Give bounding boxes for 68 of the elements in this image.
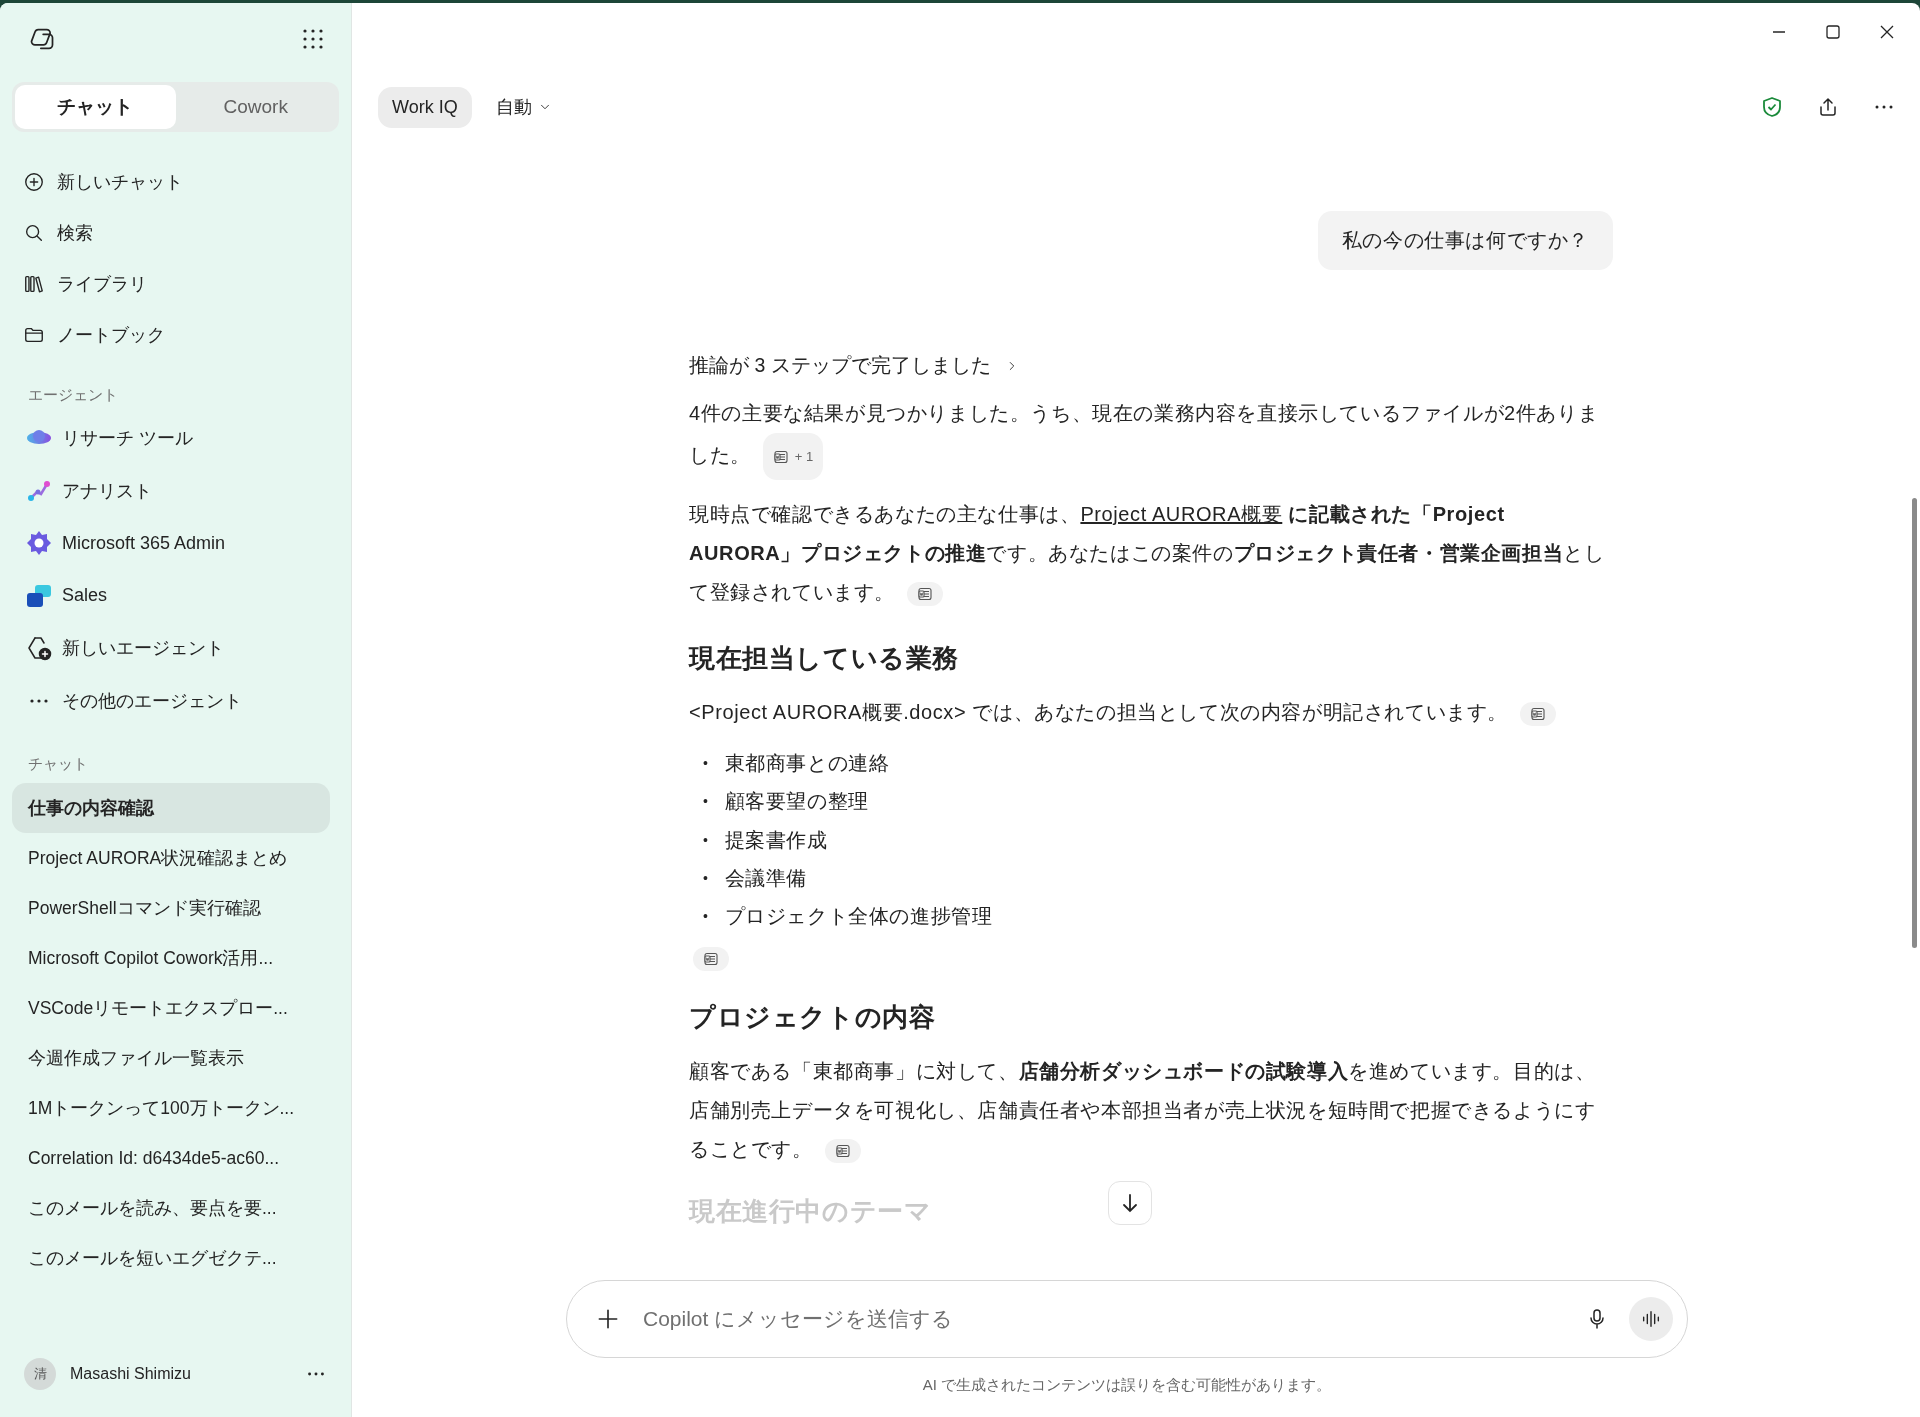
- disclaimer-text: AI で生成されたコンテンツは誤りを含む可能性があります。: [921, 1376, 1333, 1395]
- section-heading: プロジェクトの内容: [689, 1001, 936, 1035]
- mode-chip[interactable]: Work IQ: [378, 86, 472, 128]
- list-item: プロジェクト全体の進捗管理: [724, 904, 993, 930]
- plus-circle-icon: [23, 170, 45, 193]
- citation-chip[interactable]: [907, 581, 943, 606]
- list-bullet: •: [703, 792, 709, 812]
- message-input[interactable]: Copilot にメッセージを送信する: [641, 1306, 1565, 1332]
- scroll-down-button[interactable]: [1108, 1181, 1152, 1225]
- sidebar-tab[interactable]: Cowork: [175, 85, 336, 129]
- agent-item[interactable]: その他のエージェント: [12, 674, 339, 727]
- nav-item[interactable]: ライブラリ: [12, 258, 339, 309]
- avatar[interactable]: 清: [24, 1358, 56, 1390]
- chat-history-item[interactable]: 1Mトークンって100万トークン...: [12, 1083, 330, 1133]
- list-item: 顧客要望の整理: [724, 789, 869, 815]
- paragraph: 現時点で確認できるあなたの主な仕事は、Project AURORA概要 に記載された「Project AURORA」プロジェクトの推進です。あなたはこの案件のプロジェクト責任者・営業企画担当 として登録されています。: [689, 495, 1613, 612]
- list-bullet: •: [703, 869, 709, 889]
- scrollbar-thumb[interactable]: [1912, 498, 1917, 948]
- list-item: 会議準備: [724, 865, 807, 891]
- agent-item[interactable]: リサーチ ツール: [12, 412, 339, 465]
- list-bullet: •: [703, 830, 709, 850]
- chat-history-item[interactable]: VSCodeリモートエクスプロー...: [12, 983, 330, 1033]
- user-name: Masashi Shimizu: [70, 1365, 192, 1383]
- chat-history-item[interactable]: 今週作成ファイル一覧表示: [12, 1033, 330, 1083]
- chat-history-item[interactable]: このメールを短いエグゼクテ...: [12, 1233, 330, 1283]
- chat-history-item[interactable]: Microsoft Copilot Cowork活用...: [12, 933, 330, 983]
- agent-item[interactable]: Microsoft 365 Admin: [12, 517, 339, 570]
- list-bullet: •: [703, 907, 709, 927]
- user-message: 私の今の仕事は何ですか？: [1317, 211, 1613, 270]
- citation-chip[interactable]: [693, 947, 729, 972]
- agent-item[interactable]: 新しいエージェント: [12, 622, 339, 675]
- new-agent-icon: [26, 635, 52, 662]
- document-link[interactable]: Project AURORA概要: [1080, 503, 1283, 525]
- model-dropdown[interactable]: 自動: [489, 94, 558, 120]
- list-bullet: •: [703, 754, 709, 774]
- agent-item[interactable]: Sales: [12, 569, 339, 622]
- voice-wave-icon[interactable]: [1629, 1297, 1673, 1341]
- nav-item[interactable]: 検索: [12, 207, 339, 258]
- chat-history-item[interactable]: Project AURORA状況確認まとめ: [12, 833, 330, 883]
- citation-chip[interactable]: + 1: [762, 433, 824, 480]
- list-item: 東都商事との連絡: [724, 751, 890, 776]
- sidebar-tab[interactable]: チャット: [15, 85, 176, 129]
- document-icon: [834, 1143, 851, 1160]
- nav-item[interactable]: ノートブック: [12, 309, 339, 360]
- more-icon: [30, 698, 48, 703]
- citation-chip[interactable]: [824, 1139, 861, 1164]
- shield-check-icon[interactable]: [1760, 95, 1784, 119]
- chat-history-item[interactable]: PowerShellコマンド実行確認: [12, 883, 330, 933]
- reasoning-toggle[interactable]: 推論が 3 ステップで完了しました: [689, 352, 1019, 379]
- chat-history-item[interactable]: Correlation Id: d6434de5-ac60...: [12, 1133, 330, 1183]
- citation-chip[interactable]: [1520, 701, 1556, 726]
- agent-item[interactable]: アナリスト: [12, 464, 339, 517]
- section-label: チャット: [27, 753, 89, 774]
- chat-history-item[interactable]: このメールを読み、要点を要...: [12, 1183, 330, 1233]
- section-heading: 現在担当している業務: [689, 642, 959, 675]
- chat-history-item[interactable]: 仕事の内容確認: [12, 783, 330, 833]
- paragraph: 顧客である「東都商事」に対して、店舗分析ダッシュボードの試験導入を進めています。目的は、店舗別売上データを可視化し、店舗責任者や本部担当者が売上状況を短時間で把握できるようにすることです。: [689, 1052, 1613, 1170]
- document-icon: [1530, 705, 1546, 722]
- document-icon: [917, 585, 933, 602]
- paragraph: 4件の主要な結果が見つかりました。うち、現在の業務内容を直接示しているファイルが2件ありました。 + 1: [689, 394, 1613, 480]
- section-label: エージェント: [27, 384, 119, 405]
- list-item: 提案書作成: [724, 827, 828, 853]
- document-icon: [772, 448, 789, 465]
- gear-icon: [26, 530, 52, 557]
- document-icon: [703, 951, 719, 968]
- app-launcher-icon[interactable]: [301, 27, 325, 51]
- nav-item[interactable]: 新しいチャット: [12, 156, 339, 207]
- paragraph: <Project AURORA概要.docx> では、あなたの担当として次の内容が明記されています。: [689, 693, 1613, 732]
